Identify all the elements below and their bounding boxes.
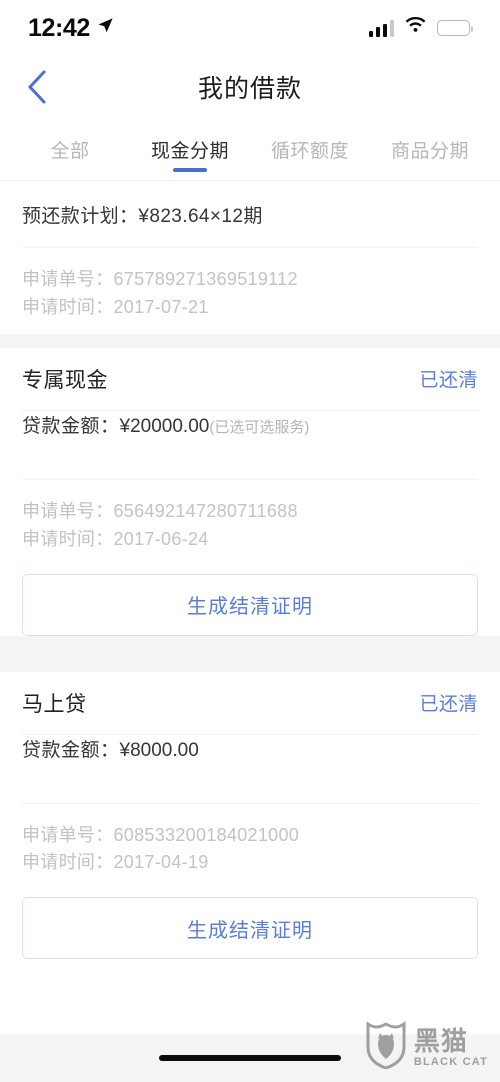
page-title: 我的借款 bbox=[197, 75, 302, 103]
repayment-plan-row: 预还款计划： ¥823.64×12期 bbox=[22, 181, 478, 247]
loan-amount-value: ¥8000.00 bbox=[119, 739, 199, 761]
cellular-signal-icon bbox=[368, 20, 394, 37]
tab-revolving-credit[interactable]: 循环额度 bbox=[250, 118, 370, 180]
loan-amount-note: (已选可选服务) bbox=[209, 418, 310, 436]
tab-label: 商品分期 bbox=[390, 140, 469, 162]
apply-time-line: 申请时间： 2017-07-21 bbox=[22, 294, 478, 322]
status-bar-left: 12:42 bbox=[28, 14, 114, 43]
apply-time-line: 申请时间： 2017-06-24 bbox=[22, 526, 478, 554]
tab-label: 循环额度 bbox=[270, 140, 349, 162]
generate-settlement-certificate-button[interactable]: 生成结清证明 bbox=[22, 573, 478, 636]
repayment-plan-label: 预还款计划： bbox=[22, 205, 139, 227]
loan-card-header: 马上贷 已还清 bbox=[22, 672, 478, 734]
card-gap bbox=[0, 333, 500, 348]
loan-product-name: 专属现金 bbox=[22, 368, 108, 392]
apply-time-value: 2017-04-19 bbox=[113, 852, 209, 873]
order-no-label: 申请单号： bbox=[22, 500, 114, 521]
status-badge[interactable]: 已还清 bbox=[419, 689, 478, 716]
black-cat-watermark: 黑猫 BLACK CAT bbox=[365, 1021, 488, 1074]
status-badge[interactable]: 已还清 bbox=[419, 365, 478, 392]
generate-settlement-certificate-button[interactable]: 生成结清证明 bbox=[22, 897, 478, 960]
apply-time-value: 2017-06-24 bbox=[113, 528, 209, 549]
repayment-plan-value: ¥823.64×12期 bbox=[138, 205, 263, 227]
apply-time-line: 申请时间： 2017-04-19 bbox=[22, 849, 478, 877]
loan-amount-row: 贷款金额： ¥20000.00 (已选可选服务) bbox=[22, 411, 478, 479]
order-no-value: 608533200184021000 bbox=[113, 824, 300, 845]
apply-time-label: 申请时间： bbox=[22, 852, 114, 873]
black-cat-shield-icon bbox=[365, 1021, 407, 1074]
order-no-line: 申请单号： 608533200184021000 bbox=[22, 822, 478, 850]
nav-bar: 我的借款 bbox=[0, 56, 500, 118]
tab-goods-installment[interactable]: 商品分期 bbox=[370, 118, 490, 180]
loan-card[interactable]: 专属现金 已还清 贷款金额： ¥20000.00 (已选可选服务) 申请单号： … bbox=[0, 347, 500, 636]
loan-meta: 申请单号： 675789271369519112 申请时间： 2017-07-2… bbox=[22, 248, 478, 334]
loan-amount-value: ¥20000.00 bbox=[119, 415, 210, 437]
loan-card[interactable]: 预还款计划： ¥823.64×12期 申请单号： 675789271369519… bbox=[0, 181, 500, 334]
loan-list[interactable]: 预还款计划： ¥823.64×12期 申请单号： 675789271369519… bbox=[0, 181, 500, 960]
loan-card-header: 专属现金 已还清 bbox=[22, 348, 478, 410]
order-no-line: 申请单号： 675789271369519112 bbox=[22, 266, 478, 294]
active-tab-underline bbox=[173, 168, 207, 172]
tab-bar: 全部 现金分期 循环额度 商品分期 bbox=[0, 118, 500, 180]
tab-label: 现金分期 bbox=[150, 140, 229, 162]
card-gap bbox=[0, 657, 500, 672]
apply-time-label: 申请时间： bbox=[22, 296, 114, 317]
order-no-value: 675789271369519112 bbox=[113, 269, 298, 289]
order-no-label: 申请单号： bbox=[22, 824, 114, 845]
wifi-icon bbox=[404, 16, 427, 39]
watermark-en-text: BLACK CAT bbox=[413, 1055, 488, 1068]
battery-icon bbox=[437, 20, 474, 36]
loan-meta: 申请单号： 608533200184021000 申请时间： 2017-04-1… bbox=[22, 804, 478, 890]
loan-amount-label: 贷款金额： bbox=[22, 739, 120, 761]
order-no-label: 申请单号： bbox=[22, 269, 114, 289]
loan-meta: 申请单号： 656492147280711688 申请时间： 2017-06-2… bbox=[22, 480, 478, 566]
loan-product-name: 马上贷 bbox=[22, 692, 87, 716]
tab-cash-installment[interactable]: 现金分期 bbox=[130, 118, 250, 180]
black-cat-wordmark: 黑猫 BLACK CAT bbox=[414, 1028, 488, 1068]
watermark-cn-text: 黑猫 bbox=[413, 1025, 468, 1056]
loan-card[interactable]: 马上贷 已还清 贷款金额： ¥8000.00 申请单号： 60853320018… bbox=[0, 671, 500, 960]
tab-all[interactable]: 全部 bbox=[10, 118, 130, 180]
back-chevron-icon[interactable] bbox=[14, 64, 60, 110]
order-no-value: 656492147280711688 bbox=[113, 500, 298, 521]
order-no-line: 申请单号： 656492147280711688 bbox=[22, 498, 478, 526]
home-indicator[interactable] bbox=[159, 1055, 341, 1061]
phone-screen: 12:42 我的借款 全部 现金分期 循环额度 商品分期 预还款计划： ¥823… bbox=[0, 0, 500, 1082]
status-bar-right bbox=[368, 16, 474, 39]
status-bar-clock: 12:42 bbox=[28, 13, 90, 42]
tab-label: 全部 bbox=[50, 140, 90, 162]
status-bar: 12:42 bbox=[0, 0, 500, 56]
apply-time-value: 2017-07-21 bbox=[113, 296, 209, 317]
location-arrow-icon bbox=[97, 17, 114, 39]
loan-amount-row: 贷款金额： ¥8000.00 bbox=[22, 735, 478, 803]
apply-time-label: 申请时间： bbox=[22, 528, 114, 549]
loan-amount-label: 贷款金额： bbox=[22, 415, 120, 437]
